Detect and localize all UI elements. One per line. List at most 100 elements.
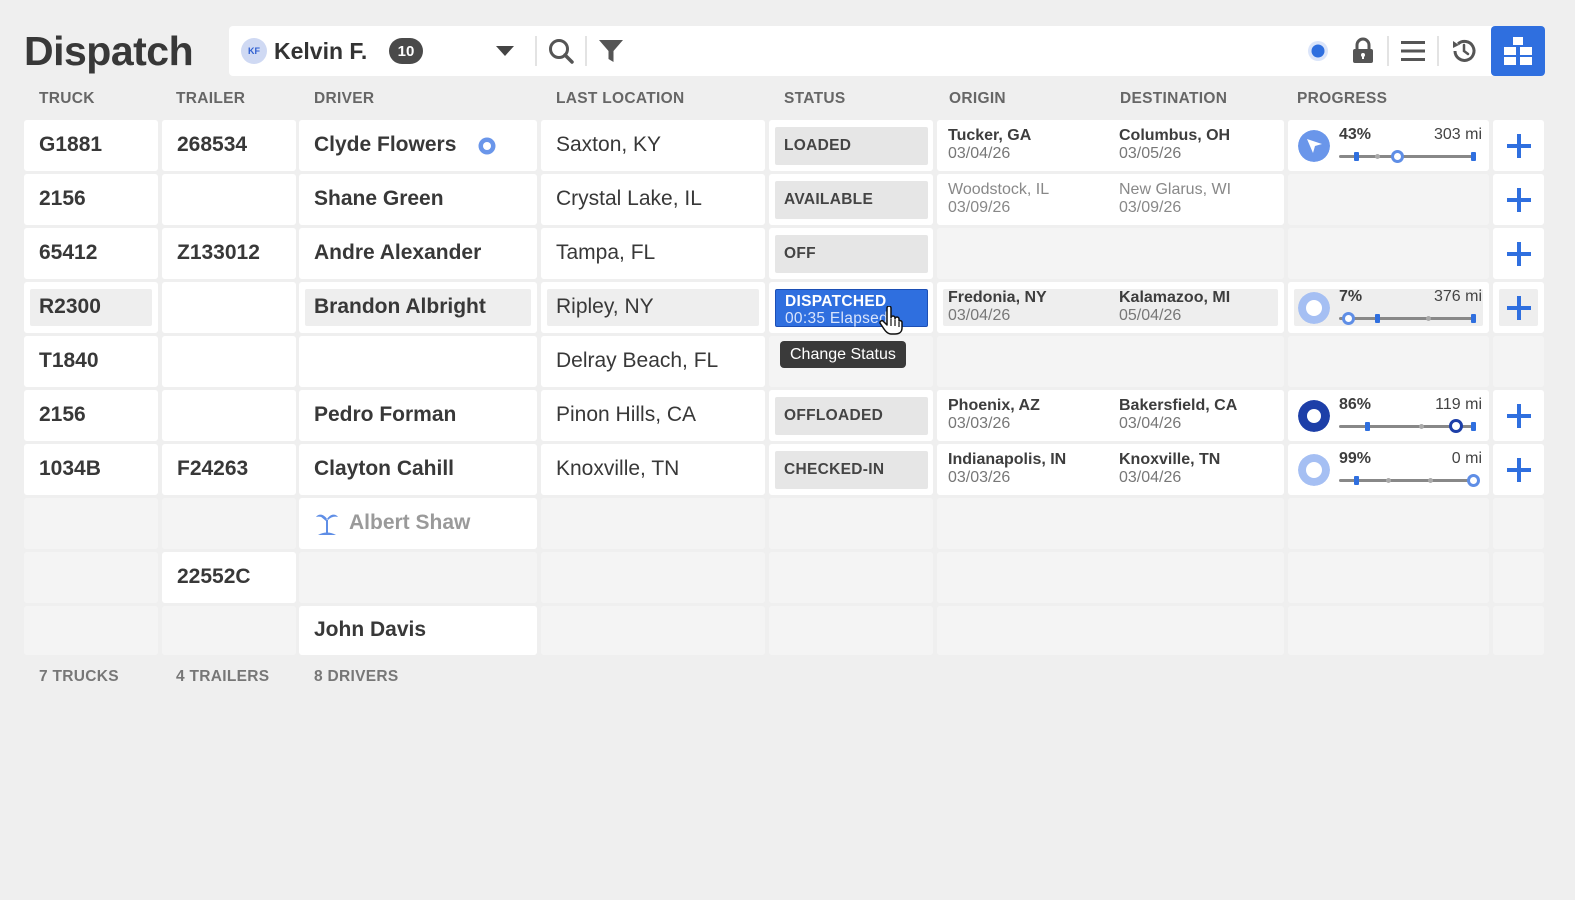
- location-cell[interactable]: Delray Beach, FL: [541, 336, 765, 387]
- list-icon[interactable]: [1399, 37, 1427, 65]
- trailer-cell[interactable]: 268534: [162, 120, 296, 171]
- driver-name: Pedro Forman: [314, 403, 457, 426]
- trailer-cell[interactable]: [162, 174, 296, 225]
- trailer-cell[interactable]: [162, 336, 296, 387]
- location-cell[interactable]: Tampa, FL: [541, 228, 765, 279]
- truck-cell[interactable]: [24, 498, 158, 549]
- location-cell[interactable]: Saxton, KY: [541, 120, 765, 171]
- location-cell[interactable]: Knoxville, TN: [541, 444, 765, 495]
- truck-cell[interactable]: [24, 552, 158, 603]
- status-cell[interactable]: OFFLOADED: [769, 390, 933, 441]
- add-load-button[interactable]: [1493, 444, 1544, 495]
- status-cell[interactable]: CHECKED-IN: [769, 444, 933, 495]
- truck-cell[interactable]: 65412: [24, 228, 158, 279]
- status-cell[interactable]: [769, 552, 933, 603]
- progress-cell[interactable]: 43% 303 mi: [1288, 120, 1489, 171]
- history-icon[interactable]: [1450, 37, 1478, 65]
- header-truck[interactable]: TRUCK: [39, 90, 95, 108]
- status-cell[interactable]: [769, 498, 933, 549]
- driver-cell[interactable]: Brandon Albright: [299, 282, 537, 333]
- progress-remaining: 303 mi: [1433, 126, 1482, 143]
- progress-cell[interactable]: 7% 376 mi: [1288, 282, 1489, 333]
- plus-icon: [1493, 444, 1544, 495]
- header-driver[interactable]: DRIVER: [314, 90, 374, 108]
- location-cell[interactable]: [541, 498, 765, 549]
- progress-cell[interactable]: 99% 0 mi: [1288, 444, 1489, 495]
- driver-cell[interactable]: Clyde Flowers: [299, 120, 537, 171]
- add-load-button[interactable]: [1493, 174, 1544, 225]
- driver-cell[interactable]: Clayton Cahill: [299, 444, 537, 495]
- location-cell[interactable]: Ripley, NY: [541, 282, 765, 333]
- driver-cell[interactable]: Shane Green: [299, 174, 537, 225]
- driver-cell[interactable]: Pedro Forman: [299, 390, 537, 441]
- truck-cell[interactable]: [24, 606, 158, 655]
- filter-icon[interactable]: [597, 37, 625, 65]
- driver-cell[interactable]: [299, 336, 537, 387]
- status-cell[interactable]: OFF: [769, 228, 933, 279]
- user-name[interactable]: Kelvin F.: [274, 37, 367, 65]
- header-trailer[interactable]: TRAILER: [176, 90, 245, 108]
- trailer-cell[interactable]: Z133012: [162, 228, 296, 279]
- add-load-button[interactable]: [1493, 282, 1544, 333]
- status-dot-icon[interactable]: [1304, 37, 1332, 65]
- header-status[interactable]: STATUS: [784, 90, 846, 108]
- add-load-button[interactable]: [1493, 390, 1544, 441]
- driver-cell[interactable]: John Davis: [299, 606, 537, 655]
- location-cell[interactable]: [541, 606, 765, 655]
- trailer-cell[interactable]: F24263: [162, 444, 296, 495]
- location-cell[interactable]: [541, 552, 765, 603]
- status-cell[interactable]: AVAILABLE: [769, 174, 933, 225]
- status-cell[interactable]: DISPATCHED 00:35 Elapsed: [769, 282, 933, 333]
- status-cell[interactable]: [769, 606, 933, 655]
- header-progress[interactable]: PROGRESS: [1297, 90, 1387, 108]
- trailer-cell[interactable]: [162, 390, 296, 441]
- avatar[interactable]: KF: [241, 38, 267, 64]
- route-cell[interactable]: Fredonia, NY 03/04/26 Kalamazoo, MI 05/04/…: [937, 282, 1284, 333]
- driver-name: Albert Shaw: [349, 511, 471, 534]
- status-badge[interactable]: LOADED: [775, 127, 928, 165]
- add-load-button[interactable]: [1493, 120, 1544, 171]
- truck-cell[interactable]: 1034B: [24, 444, 158, 495]
- status-badge[interactable]: DISPATCHED 00:35 Elapsed: [775, 289, 928, 327]
- route-cell[interactable]: Phoenix, AZ 03/03/26 Bakersfield, CA 03/04…: [937, 390, 1284, 441]
- driver-cell[interactable]: Albert Shaw: [299, 498, 537, 549]
- trailer-cell[interactable]: [162, 498, 296, 549]
- route-cell[interactable]: Woodstock, IL 03/09/26 New Glarus, WI 03/0…: [937, 174, 1284, 225]
- status-cell[interactable]: LOADED: [769, 120, 933, 171]
- chevron-down-icon[interactable]: [493, 43, 517, 59]
- location-cell[interactable]: Pinon Hills, CA: [541, 390, 765, 441]
- lock-icon[interactable]: [1349, 37, 1377, 65]
- status-badge[interactable]: AVAILABLE: [775, 181, 928, 219]
- progress-knob: [1390, 150, 1404, 163]
- truck-cell[interactable]: R2300: [24, 282, 158, 333]
- header-destination[interactable]: DESTINATION: [1120, 90, 1227, 108]
- driver-cell[interactable]: Andre Alexander: [299, 228, 537, 279]
- grid-view-icon[interactable]: [1491, 26, 1545, 76]
- location-cell[interactable]: Crystal Lake, IL: [541, 174, 765, 225]
- driver-cell[interactable]: [299, 552, 537, 603]
- progress-cell[interactable]: 86% 119 mi: [1288, 390, 1489, 441]
- trailer-cell[interactable]: [162, 282, 296, 333]
- count-badge: 10: [389, 38, 423, 64]
- add-load-button[interactable]: [1493, 228, 1544, 279]
- driver-count: 8 DRIVERS: [314, 668, 399, 685]
- header-last-location[interactable]: LAST LOCATION: [556, 90, 684, 108]
- status-badge[interactable]: CHECKED-IN: [775, 451, 928, 489]
- header-origin[interactable]: ORIGIN: [949, 90, 1006, 108]
- tooltip: Change Status: [780, 341, 906, 368]
- route-cell: [937, 552, 1284, 603]
- trailer-cell[interactable]: 22552C: [162, 552, 296, 603]
- search-icon[interactable]: [547, 37, 575, 65]
- status-badge[interactable]: OFFLOADED: [775, 397, 928, 435]
- trailer-cell[interactable]: [162, 606, 296, 655]
- route-cell: [937, 336, 1284, 387]
- status-badge[interactable]: OFF: [775, 235, 928, 273]
- trailer-id: Z133012: [177, 241, 260, 264]
- truck-cell[interactable]: G1881: [24, 120, 158, 171]
- truck-cell[interactable]: T1840: [24, 336, 158, 387]
- route-cell[interactable]: Indianapolis, IN 03/03/26 Knoxville, TN 03…: [937, 444, 1284, 495]
- truck-cell[interactable]: 2156: [24, 174, 158, 225]
- truck-cell[interactable]: 2156: [24, 390, 158, 441]
- progress-percent: 86%: [1339, 396, 1372, 413]
- route-cell[interactable]: Tucker, GA 03/04/26 Columbus, OH 03/05/26: [937, 120, 1284, 171]
